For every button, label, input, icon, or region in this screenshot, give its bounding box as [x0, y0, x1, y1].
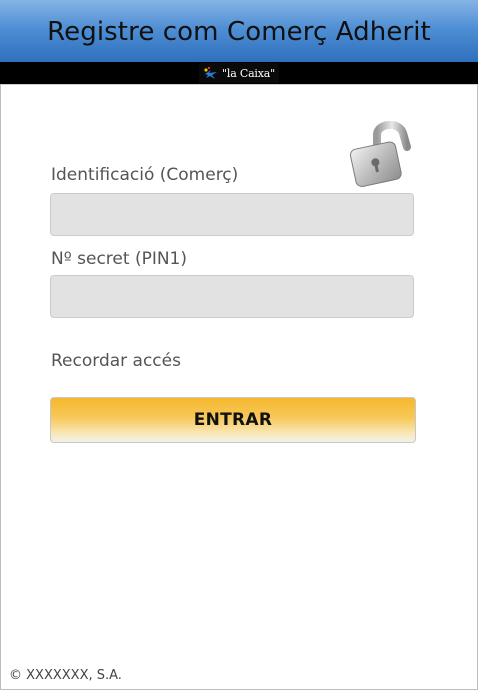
page-title: Registre com Comerç Adherit [47, 17, 431, 47]
enter-button[interactable]: ENTRAR [50, 397, 416, 443]
login-page: Registre com Comerç Adherit "la Caixa" I… [0, 0, 478, 690]
copyright-text: © XXXXXXX, S.A. [9, 668, 122, 683]
brand-name: "la Caixa" [222, 66, 275, 80]
remember-access-label[interactable]: Recordar accés [51, 351, 181, 371]
pin-label: Nº secret (PIN1) [51, 249, 187, 269]
app-header: Registre com Comerç Adherit [0, 0, 478, 62]
pin-input[interactable] [50, 275, 414, 318]
la-caixa-logo: "la Caixa" [199, 63, 279, 83]
brand-bar: "la Caixa" [0, 62, 478, 84]
login-panel: Identificació (Comerç) Nº secret (PIN1) … [0, 84, 478, 690]
merchant-id-label: Identificació (Comerç) [51, 165, 239, 185]
merchant-id-input[interactable] [50, 193, 414, 236]
enter-button-label: ENTRAR [193, 410, 273, 430]
padlock-icon [349, 121, 411, 187]
star-logo-icon [204, 66, 218, 79]
